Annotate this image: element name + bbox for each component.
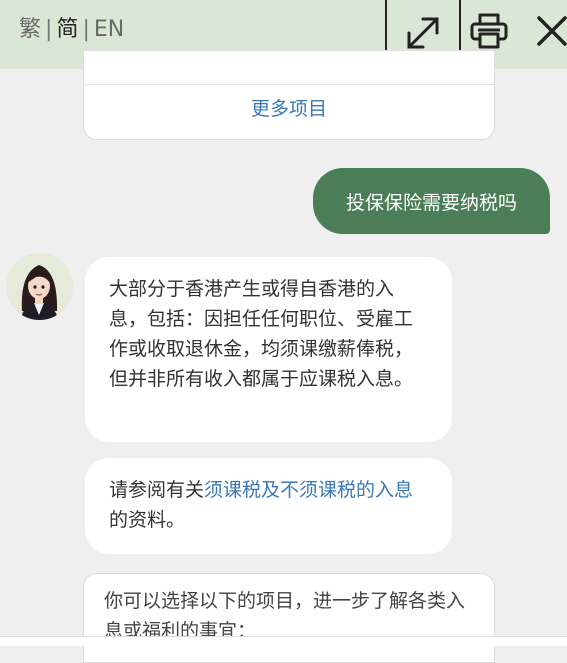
print-button[interactable] (466, 8, 512, 54)
assistant-portrait-icon (6, 253, 73, 320)
expand-icon (407, 17, 439, 49)
taxable-income-link[interactable]: 须课税及不须课税的入息 (204, 479, 413, 501)
message-text: 的资料。 (109, 509, 186, 531)
lang-english-link[interactable]: EN (94, 17, 124, 42)
more-items-link[interactable]: 更多项目 (84, 95, 494, 123)
options-card: 更多项目 (83, 50, 495, 140)
lang-separator: | (82, 17, 90, 42)
close-icon (537, 16, 567, 46)
lang-traditional-link[interactable]: 繁 (19, 17, 41, 42)
printer-icon (470, 13, 508, 49)
card-divider (84, 84, 494, 85)
lang-simplified-link[interactable]: 简 (56, 17, 78, 42)
message-text: 请参阅有关 (109, 479, 205, 501)
options-card-intro: 你可以选择以下的项目，进一步了解各类入息或福利的事宜： (83, 573, 495, 663)
user-message-bubble: 投保保险需要纳税吗 (313, 168, 550, 234)
close-button[interactable] (532, 8, 567, 54)
language-switcher: 繁 | 简 | EN (19, 16, 124, 44)
assistant-avatar (6, 253, 73, 320)
assistant-message-bubble: 请参阅有关须课税及不须课税的入息的资料。 (85, 458, 452, 554)
lang-separator: | (45, 17, 53, 42)
assistant-message-bubble: 大部分于香港产生或得自香港的入息，包括：因担任任何职位、受雇工作或收取退休金，均… (85, 257, 452, 442)
